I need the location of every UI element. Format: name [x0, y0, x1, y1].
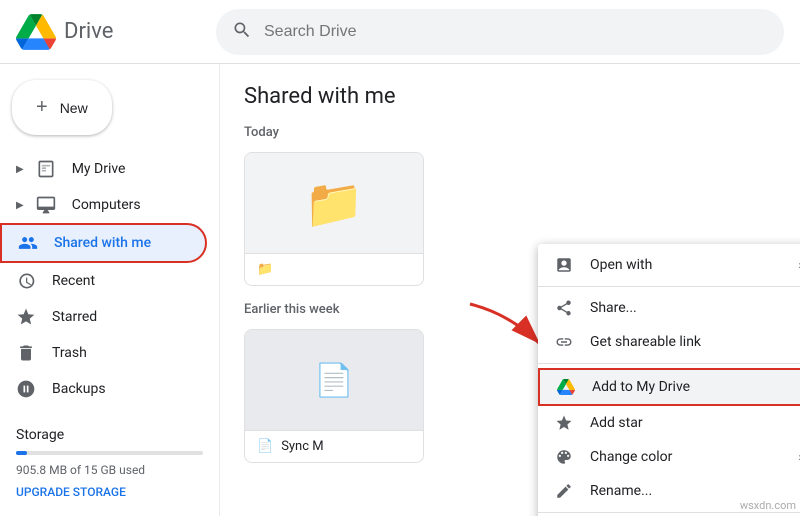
open-with-label: Open with	[590, 257, 782, 273]
folder-small-icon: 📁	[257, 262, 273, 277]
menu-item-add-to-drive[interactable]: Add to My Drive	[538, 368, 800, 406]
sidebar-item-recent[interactable]: Recent	[0, 263, 207, 299]
menu-item-change-color[interactable]: Change color ›	[538, 440, 800, 474]
file-label-earlier: 📄 Sync M	[245, 430, 423, 462]
sidebar-item-trash[interactable]: Trash	[0, 335, 207, 371]
add-to-drive-icon	[556, 378, 576, 396]
recent-icon	[16, 271, 36, 291]
menu-item-share[interactable]: Share...	[538, 291, 800, 325]
file-card-today[interactable]: 📁 📁	[244, 152, 424, 286]
section-today-label: Today	[244, 125, 776, 140]
sidebar-item-label5: Starred	[52, 309, 97, 325]
add-star-icon	[554, 414, 574, 432]
trash-icon	[16, 343, 36, 363]
logo-area: Drive	[16, 12, 216, 52]
storage-bar-bg	[16, 451, 203, 455]
expand-arrow-icon: ▶	[16, 164, 24, 175]
search-input[interactable]	[264, 23, 768, 41]
watermark: wsxdn.com	[740, 499, 796, 512]
sidebar-item-my-drive[interactable]: ▶ My Drive	[0, 151, 207, 187]
sidebar-item-computers[interactable]: ▶ Computers	[0, 187, 207, 223]
storage-section: Storage 905.8 MB of 15 GB used UPGRADE S…	[0, 415, 219, 511]
add-star-label: Add star	[590, 415, 800, 431]
sidebar-item-label3: Shared with me	[54, 235, 151, 251]
plus-icon: +	[36, 96, 48, 119]
menu-divider-3	[538, 512, 800, 513]
sidebar-item-label: My Drive	[72, 161, 126, 177]
app-header: Drive	[0, 0, 800, 64]
main-layout: + New ▶ My Drive ▶	[0, 64, 800, 516]
backups-label: Backups	[52, 381, 106, 397]
open-with-icon	[554, 256, 574, 274]
sidebar: + New ▶ My Drive ▶	[0, 64, 220, 516]
new-button-label: New	[60, 100, 88, 116]
menu-item-get-link[interactable]: Get shareable link	[538, 325, 800, 359]
doc-icon: 📄	[314, 361, 354, 399]
rename-label: Rename...	[590, 483, 800, 499]
sidebar-item-label2: Computers	[72, 197, 141, 213]
doc-small-icon: 📄	[257, 439, 273, 454]
app-title: Drive	[64, 19, 113, 44]
sidebar-item-label4: Recent	[52, 273, 95, 289]
get-link-label: Get shareable link	[590, 334, 800, 350]
file-thumbnail: 📁	[245, 153, 423, 253]
search-bar[interactable]	[216, 9, 784, 55]
file-name2: Sync M	[281, 439, 323, 454]
menu-item-add-star[interactable]: Add star	[538, 406, 800, 440]
sidebar-item-backups[interactable]: Backups	[0, 371, 207, 407]
storage-bar-fill	[16, 451, 27, 455]
expand-arrow-icon2: ▶	[16, 200, 24, 211]
backups-icon	[16, 379, 36, 399]
sidebar-item-starred[interactable]: Starred	[0, 299, 207, 335]
share-icon	[554, 299, 574, 317]
menu-item-open-with[interactable]: Open with ›	[538, 248, 800, 282]
add-to-drive-label: Add to My Drive	[592, 379, 800, 395]
page-title: Shared with me	[244, 84, 776, 109]
menu-divider-2	[538, 363, 800, 364]
starred-icon	[16, 307, 36, 327]
shared-with-me-icon	[18, 233, 38, 253]
context-menu: Open with › Share...	[538, 244, 800, 516]
new-button[interactable]: + New	[12, 80, 112, 135]
file-card-earlier[interactable]: 📄 📄 Sync M	[244, 329, 424, 463]
change-color-icon	[554, 448, 574, 466]
search-icon	[232, 20, 252, 44]
sidebar-nav: ▶ My Drive ▶ Computers	[0, 151, 219, 407]
share-label: Share...	[590, 300, 800, 316]
content-area: Shared with me Today 📁 📁 Earlier this we…	[220, 64, 800, 516]
folder-icon: 📁	[304, 175, 364, 232]
sidebar-item-shared-with-me[interactable]: Shared with me	[0, 223, 207, 263]
drive-logo-icon	[16, 12, 56, 52]
menu-divider-1	[538, 286, 800, 287]
file-thumbnail2: 📄	[245, 330, 423, 430]
file-card-footer: 📁	[245, 253, 423, 285]
upgrade-storage-button[interactable]: UPGRADE STORAGE	[16, 485, 203, 499]
sidebar-item-label6: Trash	[52, 345, 87, 361]
change-color-label: Change color	[590, 449, 782, 465]
link-icon	[554, 333, 574, 351]
storage-title: Storage	[16, 427, 203, 443]
rename-icon	[554, 482, 574, 500]
storage-info: 905.8 MB of 15 GB used	[16, 463, 203, 477]
my-drive-icon	[36, 159, 56, 179]
computers-icon	[36, 195, 56, 215]
